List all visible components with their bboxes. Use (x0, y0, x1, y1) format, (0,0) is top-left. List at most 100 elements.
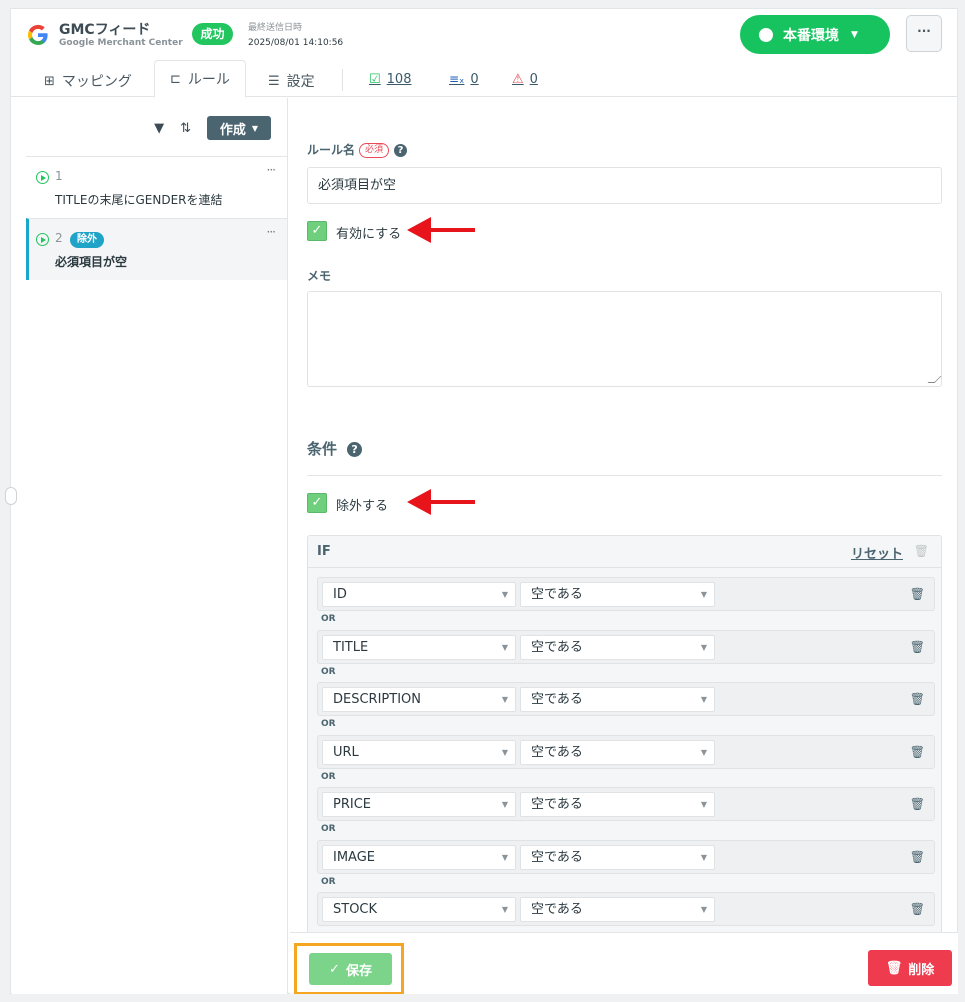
help-icon[interactable]: ? (347, 442, 363, 457)
delete-button[interactable]: 🗑 削除 (868, 950, 952, 986)
chevron-down-icon: ▼ (700, 747, 707, 757)
condition-operator-value: 空である (531, 692, 583, 707)
condition-field-select[interactable]: TITLE ▼ (322, 634, 516, 660)
stat-excluded-link[interactable]: ≡ₓ 0 (449, 65, 479, 93)
tab-rules[interactable]: ⊏ ルール (154, 60, 246, 98)
stat-warning-count: 0 (529, 71, 538, 87)
rule-name-label: ルール名 必須? (307, 141, 408, 158)
feed-subtitle: Google Merchant Center (59, 38, 183, 48)
rule-editor: ルール名 必須? 必須項目が空 ✓ 有効にする メモ 条件? ✓ 除外する IF … (290, 98, 958, 994)
sort-icon[interactable]: ⇅ (180, 121, 191, 136)
check-list-icon: ☑ (369, 71, 381, 87)
rule-name: 必須項目が空 (55, 255, 128, 269)
or-connector: OR (321, 824, 336, 834)
save-button[interactable]: ✓ 保存 (309, 953, 392, 985)
condition-field-value: PRICE (333, 797, 371, 812)
rule-menu-button[interactable]: ··· (267, 225, 277, 239)
trash-icon[interactable]: 🗑 (910, 692, 925, 706)
if-condition-group: IF リセット 🗑 ID ▼ 空である ▼ 🗑 OR TITLE ▼ 空である ▼ 🗑 OR DESCR… (307, 535, 942, 955)
filter-icon[interactable]: ▼ (154, 121, 164, 136)
check-icon: ✓ (329, 961, 340, 977)
memo-textarea[interactable] (307, 291, 942, 387)
stat-success-count: 108 (386, 71, 412, 87)
more-options-button[interactable]: ··· (906, 15, 942, 52)
condition-field-value: ID (333, 587, 347, 602)
tab-rules-label: ルール (187, 72, 230, 88)
condition-field-select[interactable]: URL ▼ (322, 739, 516, 765)
chevron-down-icon: ▼ (700, 695, 707, 704)
chevron-down-icon: ▼ (501, 905, 508, 914)
create-rule-button[interactable]: 作成 ▼ (207, 116, 271, 140)
status-dot-icon (759, 27, 773, 42)
condition-field-select[interactable]: DESCRIPTION ▼ (322, 687, 516, 712)
section-divider (307, 475, 942, 476)
environment-button[interactable]: 本番環境 ▼ (740, 15, 890, 54)
trash-icon[interactable]: 🗑 (910, 640, 925, 654)
condition-field-select[interactable]: STOCK ▼ (322, 897, 516, 922)
if-header: IF リセット 🗑 (308, 536, 941, 568)
condition-operator-value: 空である (531, 587, 583, 602)
delete-label: 削除 (908, 962, 935, 978)
exclude-checkbox[interactable]: ✓ (307, 493, 327, 513)
rule-name-input[interactable]: 必須項目が空 (307, 167, 942, 204)
tab-mapping-label: マッピング (61, 74, 132, 90)
trash-icon[interactable]: 🗑 (910, 902, 925, 916)
rule-name: TITLEの末尾にGENDERを連結 (55, 193, 223, 207)
condition-operator-select[interactable]: 空である ▼ (520, 739, 715, 765)
trash-icon: 🗑 (885, 960, 903, 976)
if-label: IF (317, 544, 331, 559)
condition-operator-select[interactable]: 空である ▼ (520, 634, 715, 660)
rule-list-item-selected[interactable]: 2 除外 必須項目が空 ··· (26, 218, 287, 280)
condition-operator-select[interactable]: 空である ▼ (520, 844, 715, 870)
tab-divider (342, 69, 343, 91)
sidebar-resize-handle[interactable] (5, 487, 17, 505)
condition-field-value: TITLE (333, 639, 369, 655)
stat-success-link[interactable]: ☑ 108 (369, 65, 411, 93)
trash-icon[interactable]: 🗑 (910, 587, 925, 601)
exclude-badge: 除外 (70, 232, 104, 248)
google-logo-icon (27, 24, 48, 46)
stat-warning-link[interactable]: ⚠ 0 (512, 65, 538, 93)
chevron-down-icon: ▼ (501, 800, 508, 809)
chevron-down-icon: ▼ (501, 852, 508, 862)
rule-name-label-text: ルール名 (307, 143, 356, 157)
condition-field-select[interactable]: ID ▼ (322, 582, 516, 607)
tab-settings[interactable]: ☰ 設定 (268, 65, 315, 97)
or-connector: OR (321, 876, 336, 887)
condition-operator-value: 空である (531, 849, 583, 865)
or-connector: OR (321, 614, 336, 624)
chevron-down-icon: ▼ (700, 800, 707, 809)
rule-menu-button[interactable]: ··· (267, 163, 277, 177)
condition-operator-select[interactable]: 空である ▼ (520, 792, 715, 817)
condition-row: PRICE ▼ 空である ▼ 🗑 (317, 787, 935, 821)
or-connector: OR (321, 666, 336, 677)
or-connector: OR (321, 719, 336, 729)
condition-operator-select[interactable]: 空である ▼ (520, 687, 715, 712)
condition-row: STOCK ▼ 空である ▼ 🗑 (317, 892, 935, 926)
condition-operator-select[interactable]: 空である ▼ (520, 897, 715, 922)
chevron-down-icon: ▼ (700, 642, 707, 652)
condition-field-value: URL (333, 744, 359, 760)
condition-operator-select[interactable]: 空である ▼ (520, 582, 715, 607)
enable-checkbox[interactable]: ✓ (307, 221, 327, 241)
chevron-down-icon: ▼ (251, 123, 259, 133)
trash-icon[interactable]: 🗑 (910, 850, 925, 864)
trash-icon[interactable]: 🗑 (910, 797, 925, 811)
form-footer: ✓ 保存 🗑 削除 (290, 932, 958, 994)
condition-field-value: DESCRIPTION (333, 692, 421, 707)
trash-icon[interactable]: 🗑 (910, 745, 925, 759)
save-label: 保存 (345, 963, 372, 979)
condition-operator-value: 空である (531, 639, 583, 655)
tab-mapping[interactable]: ⊞ マッピング (44, 65, 132, 97)
reset-link[interactable]: リセット (851, 543, 903, 562)
help-icon[interactable]: ? (394, 144, 408, 157)
conditions-title: 条件? (307, 438, 363, 459)
condition-field-select[interactable]: IMAGE ▼ (322, 844, 516, 870)
condition-field-select[interactable]: PRICE ▼ (322, 792, 516, 817)
save-highlight-box: ✓ 保存 (294, 943, 404, 994)
trash-icon[interactable]: 🗑 (914, 544, 929, 558)
rule-list-item[interactable]: 1 TITLEの末尾にGENDERを連結 ··· (26, 156, 287, 218)
chevron-down-icon: ▼ (851, 29, 858, 40)
play-circle-icon (36, 233, 49, 246)
chevron-down-icon: ▼ (700, 905, 707, 914)
